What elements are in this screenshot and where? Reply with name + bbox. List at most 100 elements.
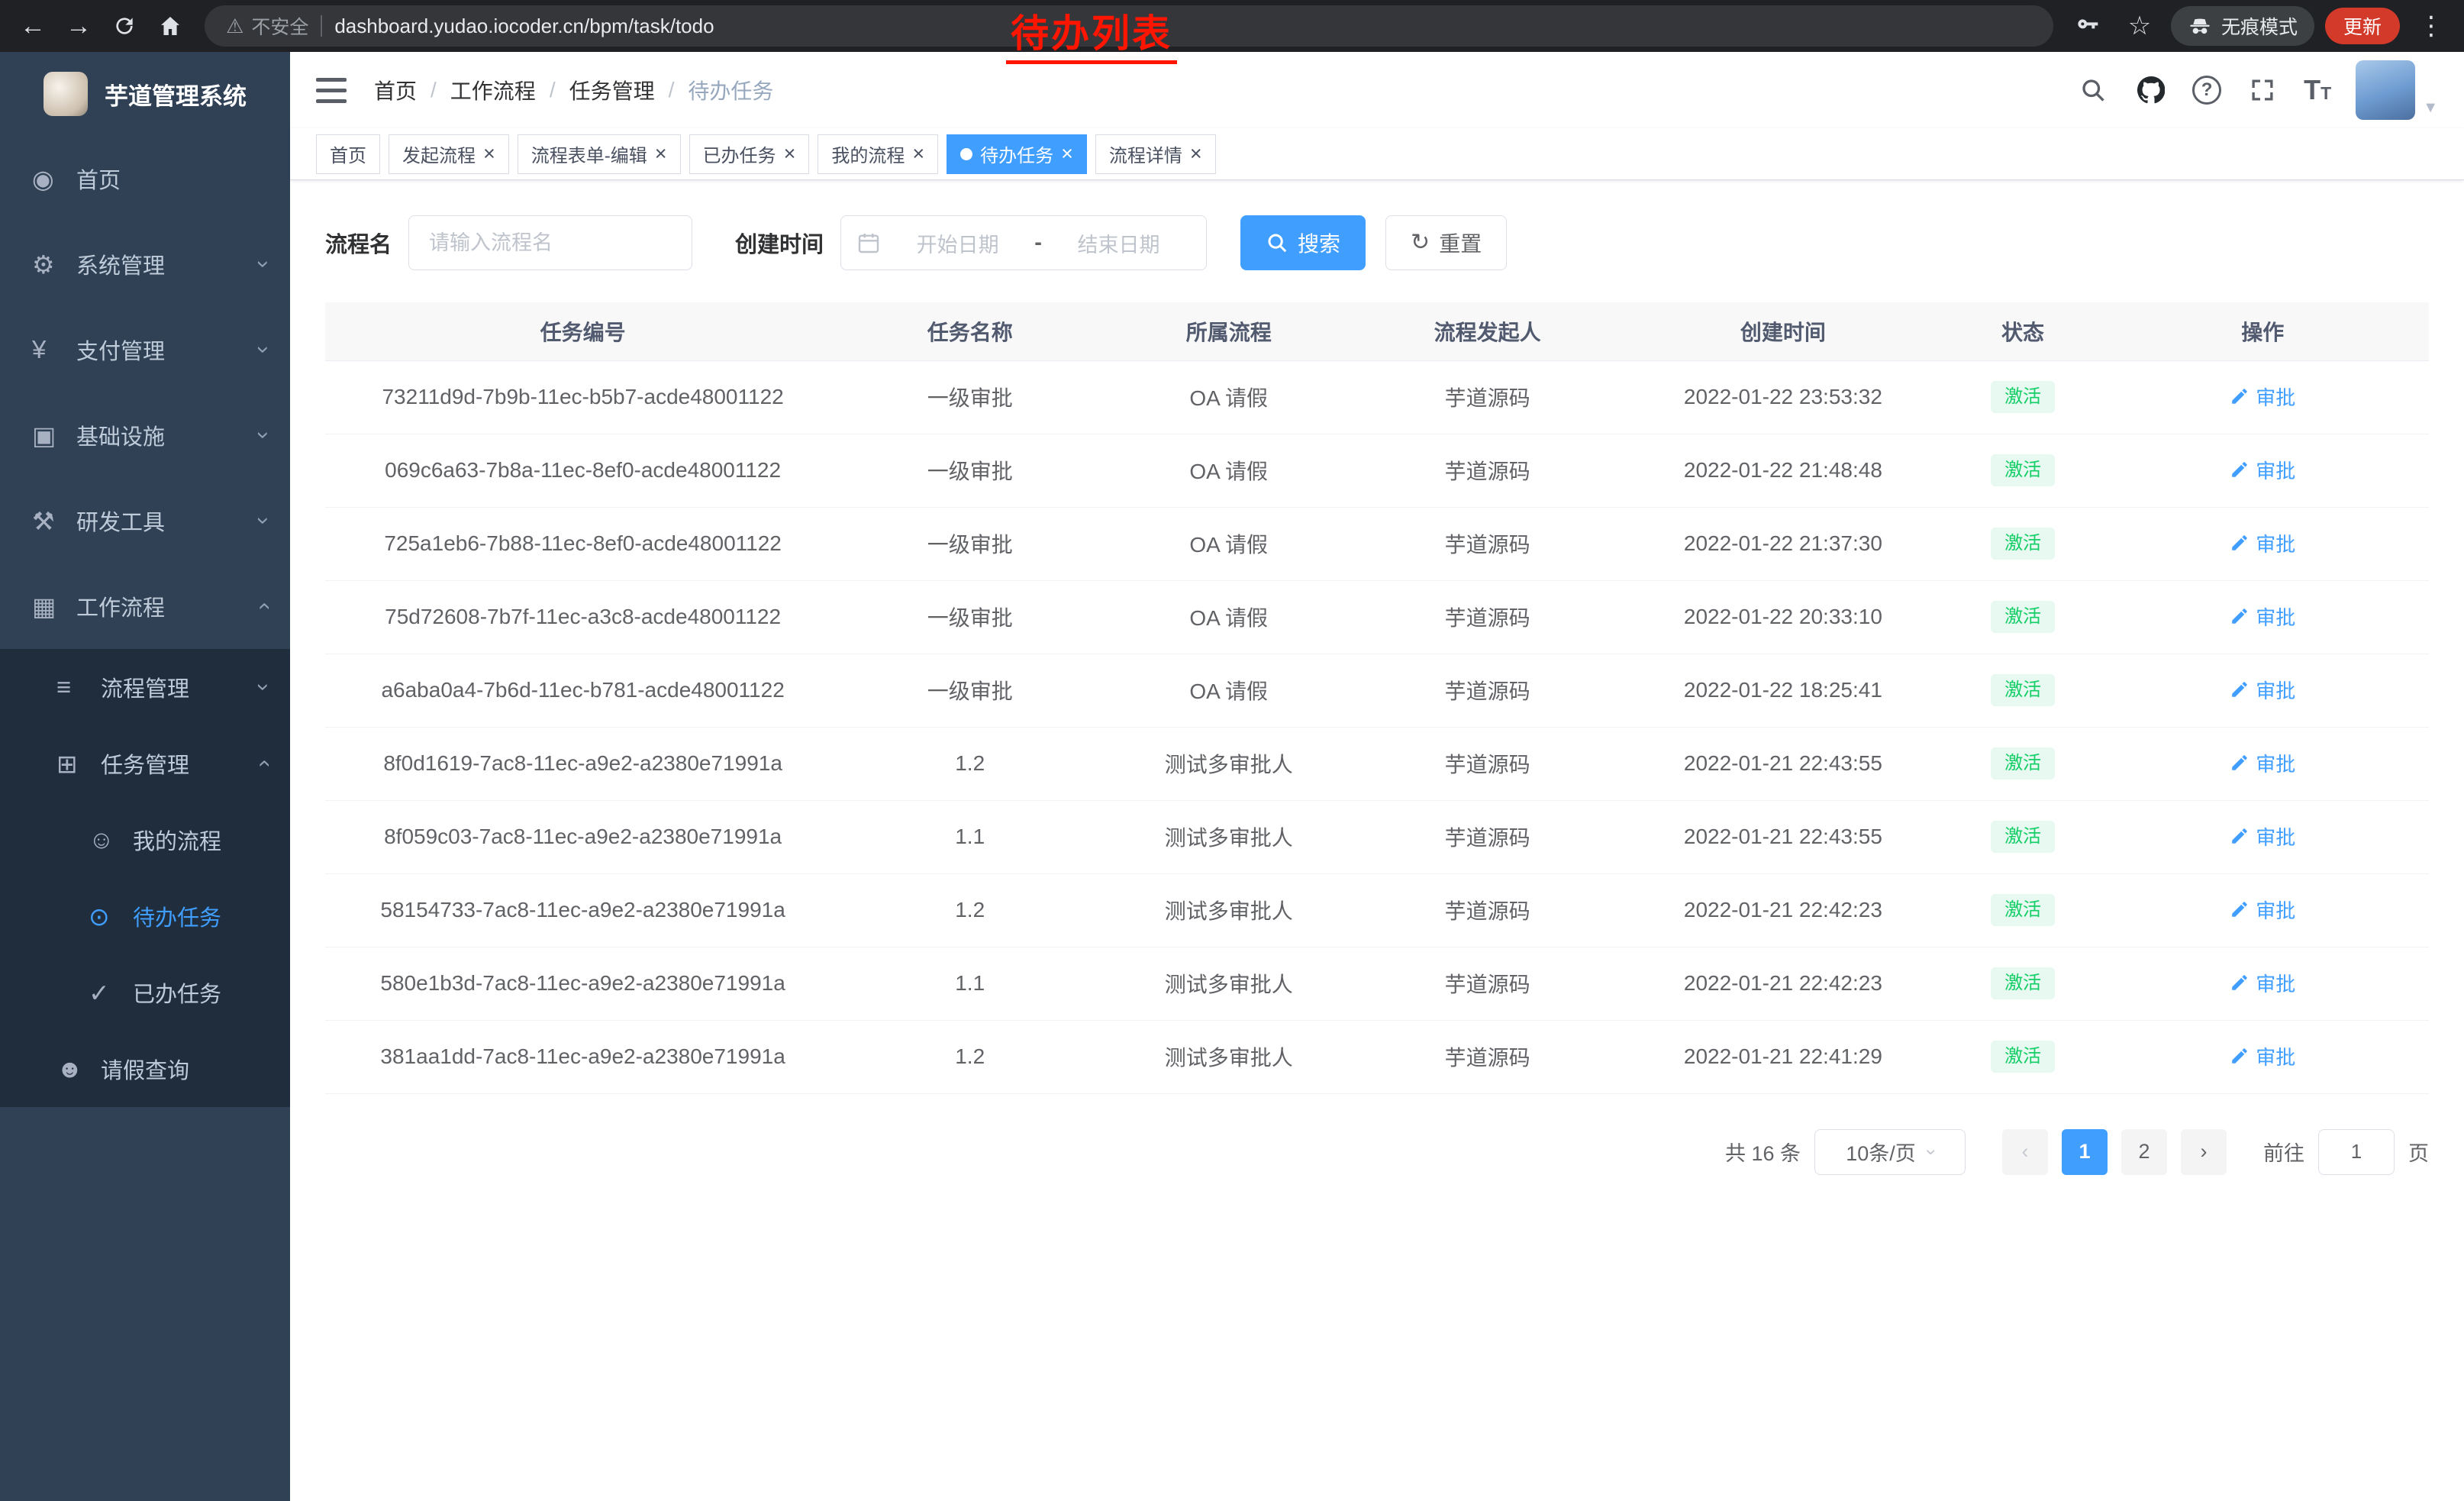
close-icon[interactable]: × xyxy=(483,144,495,164)
breadcrumb-item[interactable]: 待办任务 xyxy=(688,75,773,105)
home-icon[interactable] xyxy=(150,5,191,47)
update-button[interactable]: 更新 xyxy=(2325,8,2400,44)
create-time-cell: 2022-01-22 23:53:32 xyxy=(1617,360,1949,434)
approve-link[interactable]: 审批 xyxy=(2230,383,2295,411)
prev-page-button[interactable]: ‹ xyxy=(2002,1129,2048,1175)
app-logo[interactable]: 芋道管理系统 xyxy=(0,52,290,136)
password-key-icon[interactable] xyxy=(2067,5,2108,47)
github-icon[interactable] xyxy=(2134,73,2168,107)
sidebar-item[interactable]: ⚙ 系统管理 › xyxy=(0,221,290,307)
close-icon[interactable]: × xyxy=(655,144,667,164)
tab[interactable]: 首页 × xyxy=(316,134,380,174)
task-table: 任务编号任务名称所属流程流程发起人创建时间状态操作 73211d9d-7b9b-… xyxy=(325,302,2429,1094)
process-cell: OA 请假 xyxy=(1099,434,1358,507)
security-warning[interactable]: ⚠ 不安全 xyxy=(226,12,308,40)
page-button[interactable]: 1 xyxy=(2062,1129,2108,1175)
avatar-image xyxy=(2356,60,2415,120)
bookmark-star-icon[interactable]: ☆ xyxy=(2119,5,2160,47)
process-cell: OA 请假 xyxy=(1099,360,1358,434)
sidebar-item[interactable]: ▦ 工作流程 › xyxy=(0,563,290,649)
task-name-cell: 1.1 xyxy=(840,947,1099,1020)
next-page-button[interactable]: › xyxy=(2181,1129,2227,1175)
task-name-cell: 一级审批 xyxy=(840,360,1099,434)
task-name-cell: 一级审批 xyxy=(840,434,1099,507)
navbar-actions: ? TT ▼ xyxy=(2076,60,2438,120)
back-icon[interactable]: ← xyxy=(12,5,53,47)
sidebar-item[interactable]: ⊙ 待办任务 › xyxy=(0,878,290,954)
search-button[interactable]: 搜索 xyxy=(1240,215,1366,270)
font-size-icon[interactable]: TT xyxy=(2304,74,2331,106)
page-button[interactable]: 2 xyxy=(2121,1129,2167,1175)
pencil-icon xyxy=(2230,606,2250,626)
help-icon[interactable]: ? xyxy=(2192,76,2221,105)
approve-link[interactable]: 审批 xyxy=(2230,529,2295,557)
table-row: a6aba0a4-7b6d-11ec-b781-acde48001122 一级审… xyxy=(325,654,2429,727)
task-id-cell: 069c6a63-7b8a-11ec-8ef0-acde48001122 xyxy=(325,434,840,507)
column-header: 创建时间 xyxy=(1617,302,1949,360)
close-icon[interactable]: × xyxy=(912,144,924,164)
sidebar-item[interactable]: ⚒ 研发工具 › xyxy=(0,478,290,563)
goto-label: 前往 xyxy=(2263,1137,2304,1167)
table-row: 75d72608-7b7f-11ec-a3c8-acde48001122 一级审… xyxy=(325,580,2429,654)
close-icon[interactable]: × xyxy=(1190,144,1202,164)
approve-link[interactable]: 审批 xyxy=(2230,822,2295,851)
task-name-cell: 1.1 xyxy=(840,800,1099,873)
tab[interactable]: 流程表单-编辑 × xyxy=(518,134,681,174)
task-id-cell: 58154733-7ac8-11ec-a9e2-a2380e71991a xyxy=(325,873,840,947)
sidebar-item[interactable]: ⊞ 任务管理 › xyxy=(0,725,290,802)
sidebar-item[interactable]: ¥ 支付管理 › xyxy=(0,307,290,392)
tab[interactable]: 发起流程 × xyxy=(389,134,509,174)
table-row: 73211d9d-7b9b-11ec-b5b7-acde48001122 一级审… xyxy=(325,360,2429,434)
page-size-select[interactable]: 10条/页 › xyxy=(1814,1129,1966,1175)
approve-link[interactable]: 审批 xyxy=(2230,1042,2295,1070)
breadcrumb-item[interactable]: 工作流程 xyxy=(450,75,536,105)
approve-link[interactable]: 审批 xyxy=(2230,676,2295,704)
sidebar-item[interactable]: ◉ 首页 › xyxy=(0,136,290,221)
fullscreen-icon[interactable] xyxy=(2246,73,2279,107)
approve-link[interactable]: 审批 xyxy=(2230,749,2295,777)
divider xyxy=(321,15,322,37)
search-icon[interactable] xyxy=(2076,73,2110,107)
column-header: 操作 xyxy=(2097,302,2429,360)
task-id-cell: 725a1eb6-7b88-11ec-8ef0-acde48001122 xyxy=(325,507,840,580)
browser-menu-icon[interactable]: ⋮ xyxy=(2411,5,2452,47)
team-icon: ☺ xyxy=(89,825,133,854)
sidebar-toggle-icon[interactable] xyxy=(316,78,347,103)
user-avatar[interactable]: ▼ xyxy=(2356,60,2438,120)
create-time-cell: 2022-01-22 21:48:48 xyxy=(1617,434,1949,507)
breadcrumb-item[interactable]: 任务管理 xyxy=(569,75,655,105)
approve-link[interactable]: 审批 xyxy=(2230,602,2295,631)
chevron-icon: › xyxy=(252,760,275,767)
process-cell: OA 请假 xyxy=(1099,654,1358,727)
create-time-cell: 2022-01-21 22:41:29 xyxy=(1617,1020,1949,1093)
tab[interactable]: 流程详情 × xyxy=(1095,134,1216,174)
date-range-picker[interactable]: 开始日期 - 结束日期 xyxy=(840,215,1207,270)
table-body: 73211d9d-7b9b-11ec-b5b7-acde48001122 一级审… xyxy=(325,360,2429,1093)
task-name-cell: 1.2 xyxy=(840,873,1099,947)
tab[interactable]: 已办任务 × xyxy=(689,134,810,174)
forward-icon[interactable]: → xyxy=(58,5,99,47)
approve-link[interactable]: 审批 xyxy=(2230,456,2295,484)
sidebar-item[interactable]: ≡ 流程管理 › xyxy=(0,649,290,725)
close-icon[interactable]: × xyxy=(784,144,796,164)
date-separator: - xyxy=(1034,231,1042,256)
sidebar-item[interactable]: ▣ 基础设施 › xyxy=(0,392,290,478)
table-row: 8f0d1619-7ac8-11ec-a9e2-a2380e71991a 1.2… xyxy=(325,727,2429,800)
approve-link[interactable]: 审批 xyxy=(2230,896,2295,924)
process-name-input[interactable] xyxy=(408,215,692,270)
process-name-label: 流程名 xyxy=(325,227,392,259)
breadcrumb-item[interactable]: 首页 xyxy=(374,75,417,105)
reset-button[interactable]: ↻ 重置 xyxy=(1385,215,1507,270)
chevron-icon: › xyxy=(252,602,275,610)
sidebar-item[interactable]: ☻ 请假查询 › xyxy=(0,1031,290,1107)
close-icon[interactable]: × xyxy=(1061,144,1073,164)
goto-page-input[interactable] xyxy=(2318,1129,2395,1175)
reload-icon[interactable] xyxy=(104,5,145,47)
sidebar-item[interactable]: ✓ 已办任务 › xyxy=(0,954,290,1031)
pencil-icon xyxy=(2230,386,2250,406)
task-name-cell: 一级审批 xyxy=(840,580,1099,654)
sidebar-item[interactable]: ☺ 我的流程 › xyxy=(0,802,290,878)
tab[interactable]: 待办任务 × xyxy=(947,134,1087,174)
approve-link[interactable]: 审批 xyxy=(2230,969,2295,997)
tab[interactable]: 我的流程 × xyxy=(818,134,938,174)
